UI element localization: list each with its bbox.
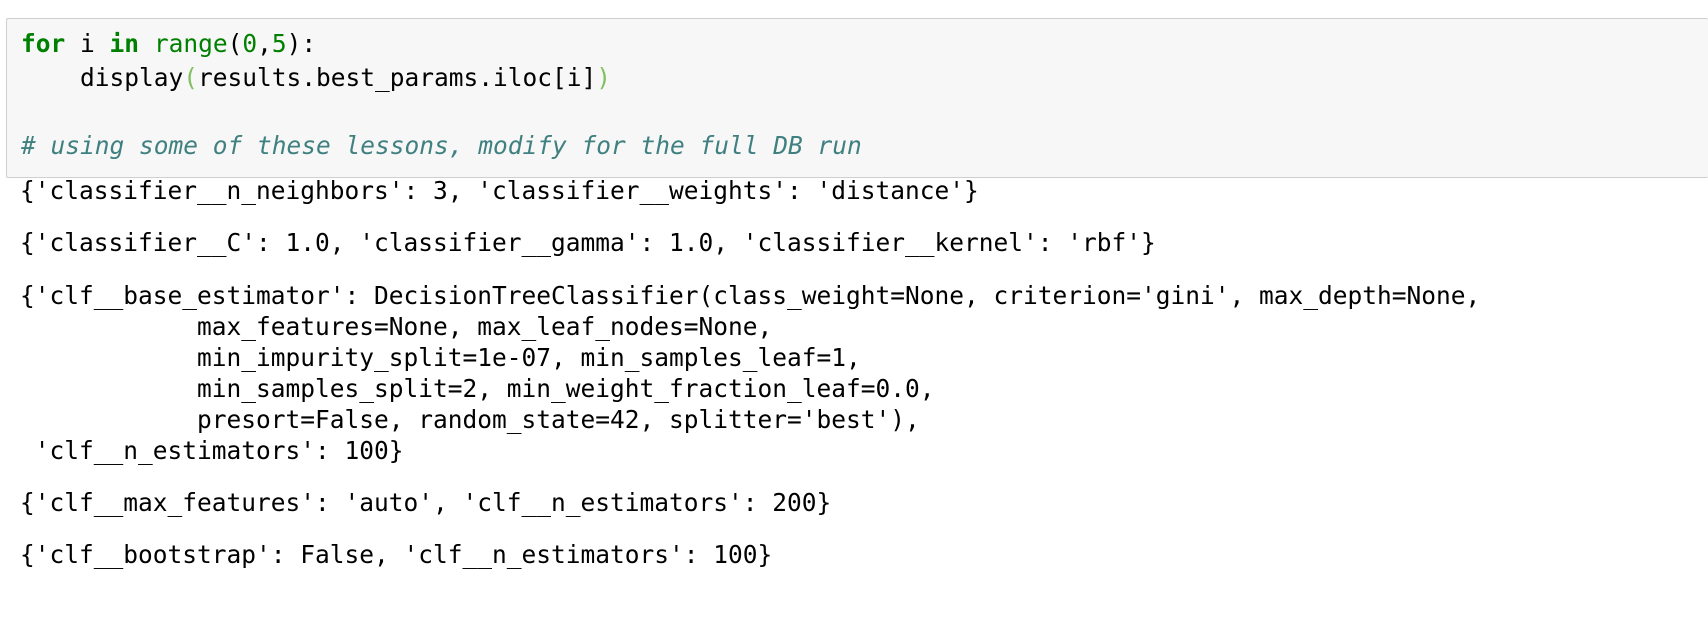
close-paren-colon: ): xyxy=(286,29,317,58)
close-paren: ) xyxy=(596,63,612,92)
output-line: max_features=None, max_leaf_nodes=None, xyxy=(20,312,773,341)
display-call: display xyxy=(21,63,184,92)
open-paren: ( xyxy=(183,63,199,92)
code-comment: # using some of these lessons, modify fo… xyxy=(21,131,862,160)
output-line: min_samples_split=2, min_weight_fraction… xyxy=(20,374,935,403)
code-input-cell[interactable]: for i in range(0,5): display(results.bes… xyxy=(6,18,1708,178)
code-line-for-loop: for i in range(0,5): xyxy=(21,27,316,61)
output-line: 'clf__n_estimators': 100} xyxy=(20,436,404,465)
range-start: 0 xyxy=(242,29,258,58)
output-line: {'clf__bootstrap': False, 'clf__n_estima… xyxy=(20,540,773,569)
output-line: {'clf__max_features': 'auto', 'clf__n_es… xyxy=(20,488,832,517)
range-stop: 5 xyxy=(271,29,287,58)
output-line: {'classifier__n_neighbors': 3, 'classifi… xyxy=(20,176,979,205)
cell-output-area: {'classifier__n_neighbors': 3, 'classifi… xyxy=(0,176,1708,632)
keyword-for: for xyxy=(21,29,66,58)
builtin-range: range xyxy=(153,29,228,58)
open-paren: ( xyxy=(227,29,243,58)
loop-variable: i xyxy=(65,29,110,58)
output-line: presort=False, random_state=42, splitter… xyxy=(20,405,920,434)
comma: , xyxy=(257,29,272,58)
code-line-display-call: display(results.best_params.iloc[i]) xyxy=(21,61,611,95)
output-line: min_impurity_split=1e-07, min_samples_le… xyxy=(20,343,861,372)
keyword-in: in xyxy=(109,29,140,58)
display-argument: results.best_params.iloc[i] xyxy=(198,63,597,92)
output-line: {'clf__base_estimator': DecisionTreeClas… xyxy=(20,281,1481,310)
output-line: {'classifier__C': 1.0, 'classifier__gamm… xyxy=(20,228,1156,257)
